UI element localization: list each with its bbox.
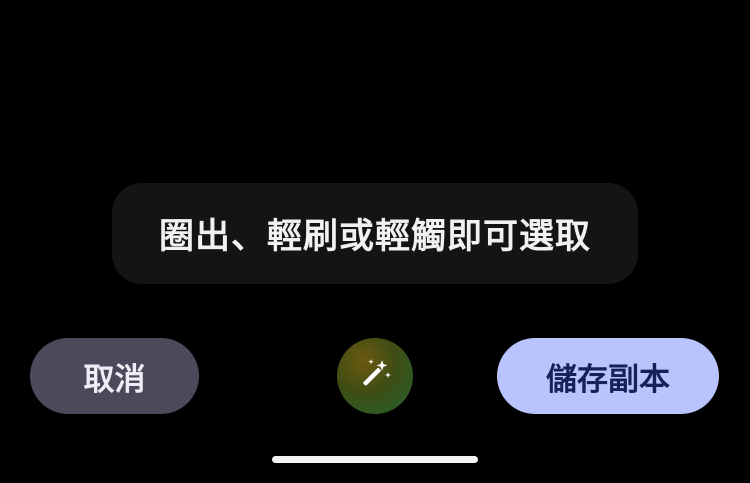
screen: 圈出、輕刷或輕觸即可選取 取消 儲存副本 (0, 0, 750, 483)
magic-wand-icon (363, 359, 391, 386)
selection-hint-pill: 圈出、輕刷或輕觸即可選取 (112, 183, 638, 284)
home-indicator[interactable] (272, 456, 478, 463)
magic-edit-button[interactable] (337, 338, 413, 414)
cancel-button[interactable]: 取消 (30, 338, 199, 414)
selection-hint-text: 圈出、輕刷或輕觸即可選取 (158, 217, 591, 257)
save-copy-button[interactable]: 儲存副本 (497, 338, 719, 414)
